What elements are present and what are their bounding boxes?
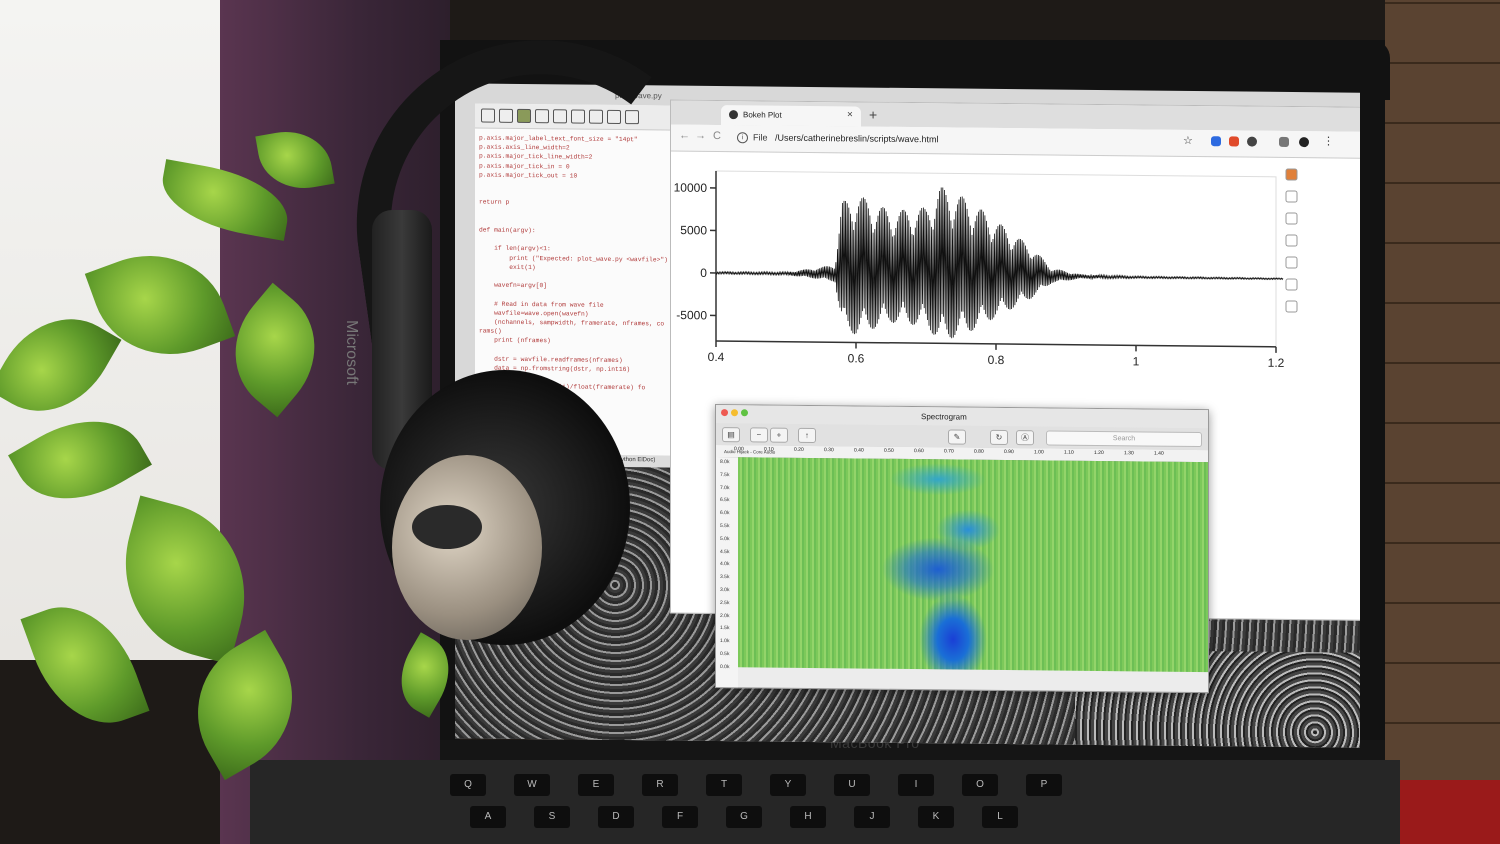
frequency-tick: 1.5k: [720, 625, 730, 632]
time-ruler-tick: 0.60: [914, 448, 924, 455]
time-ruler-tick: 0.80: [974, 448, 984, 455]
frequency-tick: 4.5k: [720, 548, 730, 555]
reading-list-icon[interactable]: [1279, 136, 1289, 147]
key-e[interactable]: E: [578, 774, 614, 796]
rotate-icon[interactable]: ↻: [990, 429, 1008, 446]
frequency-tick: 1.0k: [720, 638, 730, 645]
headphone-plate: [392, 455, 542, 640]
wheel-zoom-icon: [1285, 234, 1298, 247]
key-l[interactable]: L: [982, 806, 1018, 828]
frequency-tick: 0.0k: [720, 663, 730, 670]
key-g[interactable]: G: [726, 806, 762, 828]
headphone-logo-icon: [412, 505, 482, 549]
track-label: Audio Hijack - Core Audio: [724, 449, 776, 455]
tab-title: Bokeh Plot: [743, 110, 782, 120]
bookmark-star-icon[interactable]: ☆: [1183, 134, 1193, 147]
key-r[interactable]: R: [642, 774, 678, 796]
time-ruler-tick: 0.40: [854, 447, 864, 454]
profile-avatar[interactable]: [1299, 137, 1309, 148]
zoom-out-icon[interactable]: −: [750, 427, 768, 443]
extension-badge-icon[interactable]: [1229, 136, 1239, 147]
time-ruler-tick: 0.50: [884, 447, 894, 454]
x-tick-label: 0.8: [988, 353, 1005, 367]
url-text[interactable]: /Users/catherinebreslin/scripts/wave.htm…: [775, 133, 939, 145]
spectrogram-image: [738, 457, 1208, 673]
bokeh-logo-icon: [1285, 168, 1298, 181]
x-tick-label: 1: [1133, 354, 1140, 368]
key-k[interactable]: K: [918, 806, 954, 828]
frequency-tick: 8.0k: [720, 459, 730, 466]
key-y[interactable]: Y: [770, 774, 806, 796]
spectrogram-window[interactable]: Spectrogram ▤ − + ↑ ✎ ↻ Ⓐ Search 0.00 0.1…: [715, 403, 1209, 694]
x-tick-label: 0.6: [848, 351, 865, 365]
time-ruler-tick: 0.30: [824, 447, 834, 454]
headphone-brand: Microsoft: [343, 320, 360, 385]
key-s[interactable]: S: [534, 806, 570, 828]
key-u[interactable]: U: [834, 774, 870, 796]
url-field[interactable]: i File /Users/catherinebreslin/scripts/w…: [731, 129, 1181, 152]
zoom-in-icon[interactable]: +: [770, 427, 788, 443]
time-ruler-tick: 1.30: [1124, 450, 1134, 457]
spectrogram-search-input[interactable]: Search: [1046, 430, 1202, 448]
frequency-tick: 5.0k: [720, 535, 730, 542]
frequency-tick: 4.0k: [720, 561, 730, 568]
frequency-tick: 3.5k: [720, 574, 730, 581]
frequency-tick: 0.5k: [720, 651, 730, 658]
frequency-tick: 5.5k: [720, 523, 730, 530]
reset-icon: [1285, 278, 1298, 291]
key-i[interactable]: I: [898, 774, 934, 796]
x-tick-label: 1.2: [1268, 356, 1285, 370]
spectrogram-title: Spectrogram: [921, 412, 967, 422]
markup-icon[interactable]: ✎: [948, 429, 966, 445]
frequency-tick: 3.0k: [720, 587, 730, 594]
tab-bokeh-plot[interactable]: Bokeh Plot ×: [721, 105, 861, 127]
tab-favicon-icon: [729, 110, 738, 120]
frequency-tick: 6.5k: [720, 497, 730, 504]
frequency-tick: 7.0k: [720, 484, 730, 491]
time-ruler-tick: 0.90: [1004, 449, 1014, 456]
pan-icon: [1285, 190, 1298, 203]
time-ruler-tick: 1.10: [1064, 449, 1074, 456]
frequency-tick: 2.5k: [720, 599, 730, 606]
file-label: File: [753, 132, 768, 143]
new-tab-button[interactable]: +: [869, 107, 877, 123]
key-q[interactable]: Q: [450, 774, 486, 796]
save-icon: [1285, 256, 1298, 269]
frequency-tick: 6.0k: [720, 510, 730, 517]
key-d[interactable]: D: [598, 806, 634, 828]
time-ruler-tick: 1.00: [1034, 449, 1044, 456]
keyboard: Q W E R T Y U I O P A S D F G H J K L: [250, 760, 1400, 844]
tab-close-icon[interactable]: ×: [847, 109, 853, 120]
time-ruler-tick: 1.20: [1094, 449, 1104, 457]
help-icon: [1285, 300, 1298, 313]
info-icon[interactable]: i: [737, 132, 748, 144]
share-icon[interactable]: ↑: [798, 427, 816, 444]
time-ruler-tick: 0.70: [944, 448, 954, 455]
box-zoom-icon: [1285, 212, 1298, 225]
key-f[interactable]: F: [662, 806, 698, 828]
frequency-axis: 8.0k 7.5k 7.0k 6.5k 6.0k 5.5k 5.0k 4.5k 4.0k 3.5k…: [716, 456, 738, 688]
key-h[interactable]: H: [790, 806, 826, 828]
key-p[interactable]: P: [1026, 774, 1062, 796]
extension-dark-icon[interactable]: [1247, 136, 1257, 147]
key-o[interactable]: O: [962, 774, 998, 796]
time-ruler-tick: 1.40: [1154, 450, 1164, 457]
key-t[interactable]: T: [706, 774, 742, 796]
photo-scene: MacBook Pro plot_wave.py p.axis.major_la…: [0, 0, 1500, 844]
key-j[interactable]: J: [854, 806, 890, 828]
time-ruler-tick: 0.20: [794, 446, 804, 453]
annotate-icon[interactable]: Ⓐ: [1016, 430, 1034, 446]
menu-dots-icon[interactable]: ⋮: [1323, 134, 1334, 147]
key-a[interactable]: A: [470, 806, 506, 828]
extension-zoom-icon[interactable]: [1211, 136, 1221, 147]
frequency-tick: 7.5k: [720, 471, 730, 478]
frequency-tick: 2.0k: [720, 612, 730, 619]
key-w[interactable]: W: [514, 774, 550, 796]
reload-icon[interactable]: C: [713, 130, 721, 142]
brick-wall: [1385, 0, 1500, 844]
